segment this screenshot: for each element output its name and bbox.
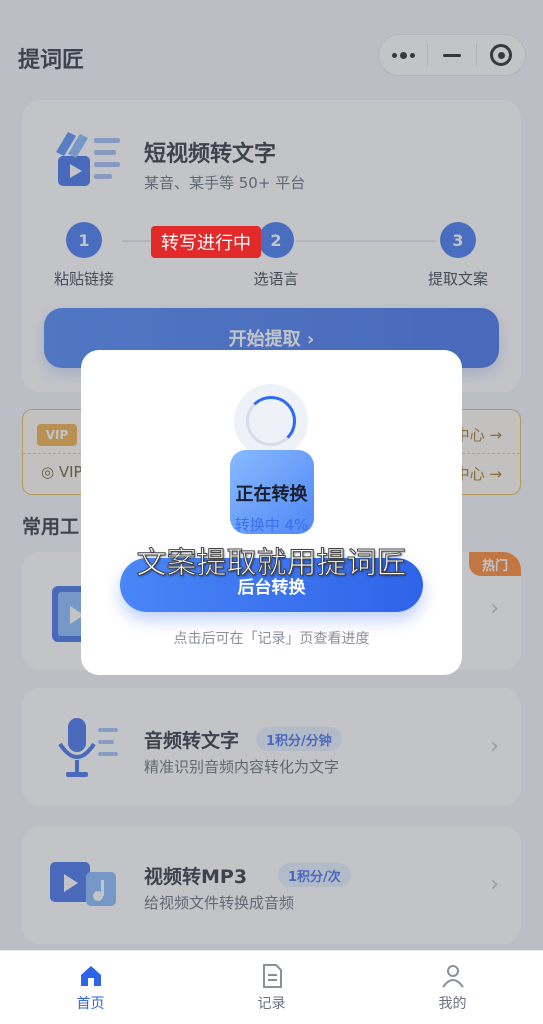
- home-icon: [80, 965, 101, 986]
- tab-home-label: 首页: [76, 995, 105, 1012]
- document-icon: [262, 963, 282, 988]
- tab-mine-label: 我的: [438, 995, 467, 1012]
- bottom-tab-bar: 首页 记录 我的: [0, 950, 543, 1024]
- tab-mine[interactable]: 我的: [362, 951, 543, 1024]
- tab-records-label: 记录: [257, 995, 286, 1012]
- conversion-progress: 转换中 4%: [234, 516, 309, 534]
- loading-spinner-icon: [246, 396, 296, 446]
- dialog-title: 正在转换: [235, 484, 308, 505]
- tab-records[interactable]: 记录: [181, 951, 362, 1024]
- transcribing-tag: 转写进行中: [151, 226, 261, 258]
- user-icon: [441, 964, 464, 988]
- tab-home[interactable]: 首页: [0, 951, 181, 1024]
- converting-dialog: 正在转换 转换中 4% 后台转换 点击后可在「记录」页查看进度: [81, 350, 462, 675]
- dialog-hint: 点击后可在「记录」页查看进度: [173, 631, 370, 647]
- background-convert-button[interactable]: 后台转换: [120, 558, 423, 612]
- spinner-container: [234, 384, 308, 458]
